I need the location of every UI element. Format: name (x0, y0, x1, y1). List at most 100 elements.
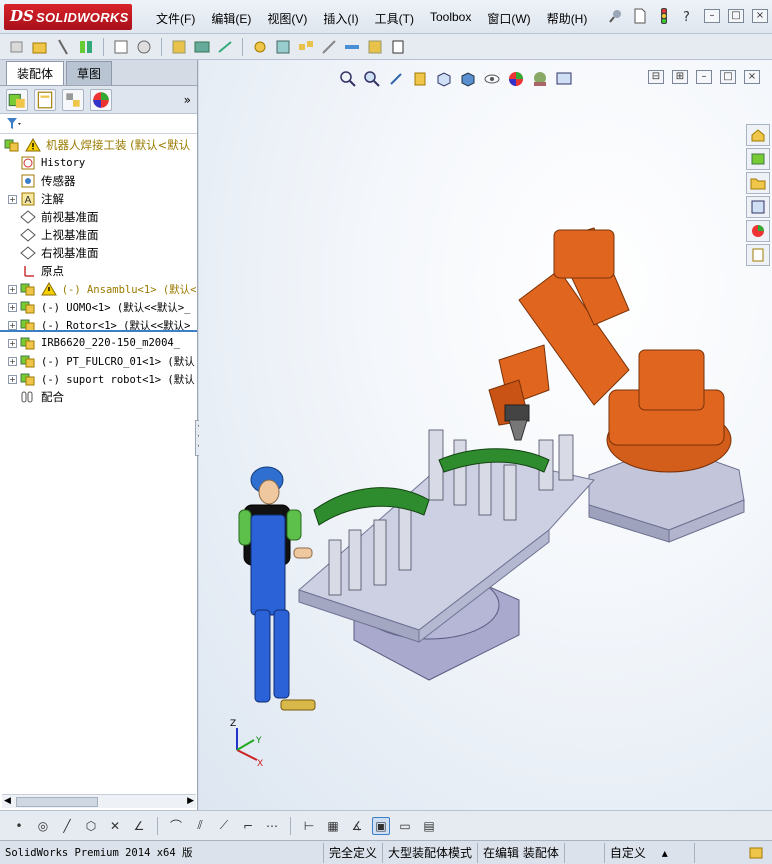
tree-item[interactable]: 配合 (0, 388, 197, 406)
mate-icon[interactable] (77, 38, 95, 56)
tree-item[interactable]: History (0, 154, 197, 172)
chevron-right-icon[interactable]: » (184, 93, 191, 107)
new-document-icon[interactable] (632, 8, 648, 24)
tree-item[interactable]: + A 注解 (0, 190, 197, 208)
interference-detection-icon[interactable] (320, 38, 338, 56)
measure-icon[interactable] (343, 38, 361, 56)
history-icon (21, 156, 35, 170)
menu-insert[interactable]: 插入(I) (315, 10, 366, 27)
status-mode: 大型装配体模式 (383, 842, 479, 863)
relations-icon[interactable]: ∡ (348, 817, 366, 835)
menu-edit[interactable]: 编辑(E) (203, 10, 259, 27)
expand-plus-icon[interactable]: + (8, 338, 17, 348)
minimize-button[interactable]: – (704, 9, 720, 23)
open-assembly-icon[interactable] (31, 38, 49, 56)
tree-item[interactable]: + (-) PT_FULCRO_01<1> (默认 (0, 352, 197, 370)
move-component-icon[interactable] (170, 38, 188, 56)
expand-plus-icon[interactable]: + (8, 356, 17, 366)
pin-icon[interactable] (608, 8, 624, 24)
sketch-corner-icon[interactable]: ⌐ (239, 817, 257, 835)
scroll-thumb[interactable] (16, 797, 98, 807)
industrial-robot-arm[interactable] (488, 227, 732, 473)
feature-tree-icon[interactable] (6, 88, 28, 111)
expand-plus-icon[interactable]: + (8, 320, 17, 330)
menu-help[interactable]: 帮助(H) (539, 10, 596, 27)
sketch-angle-icon[interactable]: ∠ (130, 817, 148, 835)
new-part-icon[interactable] (8, 38, 26, 56)
trim-entities-icon[interactable]: ✕ (106, 817, 124, 835)
expand-plus-icon[interactable]: + (8, 194, 17, 204)
tree-item-label: (-) PT_FULCRO_01<1> (默认 (41, 355, 195, 368)
tree-item[interactable]: + (-) UOMO<1> (默认<<默认>_ (0, 298, 197, 316)
tree-item[interactable]: + IRB6620_220-150_m2004_ (0, 334, 197, 352)
tree-item[interactable]: 原点 (0, 262, 197, 280)
solidworks-logo[interactable]: DS SOLIDWORKS (4, 4, 132, 30)
filter-icon[interactable] (6, 117, 22, 131)
layout-view-icon[interactable]: ▭ (396, 817, 414, 835)
menu-tools[interactable]: 工具(T) (367, 10, 422, 27)
tree-item[interactable]: + (-) suport robot<1> (默认 (0, 370, 197, 388)
assembly-model-render[interactable]: Z X Y (199, 60, 772, 810)
smart-dimension-icon[interactable]: ⊢ (300, 817, 318, 835)
menu-view[interactable]: 视图(V) (259, 10, 315, 27)
tree-item[interactable]: 上视基准面 (0, 226, 197, 244)
options-gear-icon[interactable] (251, 38, 269, 56)
close-button[interactable]: × (752, 9, 768, 23)
command-manager-tabs: 装配体 草图 (0, 60, 197, 86)
tree-root-assembly[interactable]: 机器人焊接工装 (默认<默认 (0, 136, 197, 154)
smart-fasteners-icon[interactable] (135, 38, 153, 56)
tree-filter-bar[interactable] (0, 114, 197, 134)
plane-icon (20, 246, 36, 260)
origin-icon (24, 266, 34, 277)
grid-icon[interactable]: ▦ (324, 817, 342, 835)
exploded-view-icon[interactable] (297, 38, 315, 56)
configuration-manager-icon[interactable] (62, 88, 84, 111)
sketch-point-icon[interactable]: • (10, 817, 28, 835)
assembly-icon (20, 373, 35, 386)
scroll-left-icon[interactable]: ◀ (4, 796, 11, 806)
construction-geometry-icon[interactable]: ⋯ (263, 817, 281, 835)
offset-entities-icon[interactable]: ⫽ (191, 817, 209, 835)
tree-item[interactable]: 传感器 (0, 172, 197, 190)
sketch-line-icon[interactable]: ╱ (58, 817, 76, 835)
scroll-right-icon[interactable]: ▶ (187, 796, 194, 806)
reference-geometry-icon[interactable] (216, 38, 234, 56)
property-manager-icon[interactable] (34, 88, 56, 111)
tree-item-label: 右视基准面 (41, 246, 99, 260)
graphics-area[interactable]: ⊟ ⊞ – □ × Z X Y (199, 60, 772, 810)
title-right-tools: ? – □ × (608, 8, 768, 24)
table-view-icon[interactable]: ▤ (420, 817, 438, 835)
horizontal-scrollbar[interactable]: ◀ ▶ (2, 794, 196, 808)
tree-item[interactable]: 右视基准面 (0, 244, 197, 262)
expand-plus-icon[interactable]: + (8, 284, 17, 294)
mass-properties-icon[interactable] (366, 38, 384, 56)
tab-sketch[interactable]: 草图 (66, 61, 113, 85)
help-question-icon[interactable]: ? (680, 8, 696, 24)
show-hidden-icon[interactable] (193, 38, 211, 56)
assembly-features-icon[interactable] (274, 38, 292, 56)
rebuild-pencil-icon[interactable] (748, 845, 764, 861)
section-view-icon[interactable] (389, 38, 407, 56)
expand-plus-icon[interactable]: + (8, 374, 17, 384)
restore-button[interactable]: □ (728, 9, 744, 23)
sketch-fillet-icon[interactable]: ⌒ (167, 817, 185, 835)
units-selector[interactable]: 自定义 ▴ (605, 842, 695, 863)
menu-window[interactable]: 窗口(W) (479, 10, 538, 27)
menu-file[interactable]: 文件(F) (148, 10, 203, 27)
sensors-icon (21, 174, 35, 188)
component-preview-icon[interactable] (112, 38, 130, 56)
traffic-light-icon[interactable] (656, 8, 672, 24)
display-manager-icon[interactable] (90, 88, 112, 111)
menu-toolbox[interactable]: Toolbox (422, 10, 479, 27)
tree-item[interactable]: + (-) Ansamblu<1> (默认<默 (0, 280, 197, 298)
insert-component-icon[interactable] (54, 38, 72, 56)
3d-sketch-icon[interactable]: ▣ (372, 816, 390, 835)
expand-plus-icon[interactable]: + (8, 302, 17, 312)
rollback-bar[interactable] (0, 330, 197, 332)
tree-item[interactable]: 前视基准面 (0, 208, 197, 226)
assembly-icon (20, 355, 35, 368)
mirror-entities-icon[interactable]: ⟋ (215, 817, 233, 835)
sketch-polygon-icon[interactable]: ⬡ (82, 817, 100, 835)
sketch-circle-icon[interactable]: ◎ (34, 817, 52, 835)
tab-assembly[interactable]: 装配体 (6, 61, 65, 85)
